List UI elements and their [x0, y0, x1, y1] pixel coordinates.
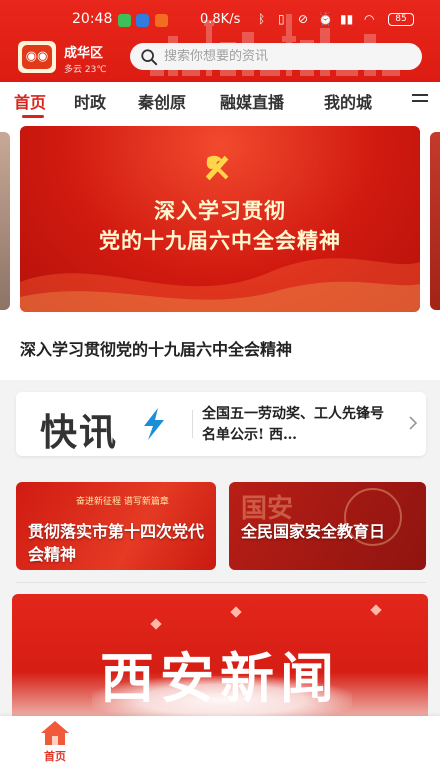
active-tab-indicator	[22, 115, 44, 118]
bottom-navigation: 首页	[0, 716, 440, 770]
headline-carousel: 深入学习贯彻 党的十九届六中全会精神 深入学习贯彻党的十九届六中全会精神	[0, 122, 440, 380]
menu-icon[interactable]	[412, 94, 428, 108]
sparkle-icon	[370, 604, 382, 616]
tab-home[interactable]: 首页	[14, 89, 46, 113]
xian-news-banner[interactable]: 西安新闻	[12, 594, 428, 724]
network-speed: 0.8K/s	[200, 12, 241, 27]
lightning-icon	[144, 408, 164, 440]
nav-home[interactable]: 首页	[30, 720, 80, 766]
nav-home-label: 首页	[44, 750, 66, 763]
carousel-banner[interactable]: 深入学习贯彻 党的十九届六中全会精神	[20, 126, 420, 312]
app-logo[interactable]: ◉◉	[18, 41, 56, 73]
battery-icon: 85	[388, 13, 414, 26]
header: 20:48 0.8K/s ᛒ ▯ ⊘ ⏰ ▮▮ ◠ 85 ◉◉ 成华区 多云 2…	[0, 0, 440, 82]
notification-app-icon	[118, 14, 131, 27]
news-card[interactable]: 奋进新征程 谱写新篇章 贯彻落实市第十四次党代会精神	[16, 482, 216, 570]
status-time: 20:48	[72, 11, 113, 27]
banner-headline-line1: 深入学习贯彻	[154, 198, 286, 223]
location-name: 成华区	[64, 46, 104, 61]
carousel-next-slide[interactable]	[430, 132, 440, 310]
vibrate-icon: ▯	[278, 12, 285, 26]
wifi-icon: ◠	[364, 12, 375, 26]
search-input[interactable]	[164, 49, 414, 64]
location-selector[interactable]: 成华区 多云 23℃	[64, 42, 106, 75]
banner-headline-line2: 党的十九届六中全会精神	[99, 228, 341, 253]
flash-news-text: 全国五一劳动奖、工人先锋号名单公示! 西…	[202, 406, 384, 443]
search-icon	[141, 48, 158, 65]
bluetooth-icon: ᛒ	[258, 12, 266, 26]
carousel-prev-slide[interactable]	[0, 132, 10, 310]
tab-live[interactable]: 融媒直播	[220, 89, 284, 113]
party-emblem-icon	[205, 155, 229, 181]
flash-news-brand: 快讯	[40, 411, 118, 454]
tab-qinchuangyuan[interactable]: 秦创原	[138, 89, 186, 113]
weather-text: 多云 23℃	[64, 65, 107, 75]
tab-my-city[interactable]: 我的城	[324, 89, 372, 113]
tab-politics[interactable]: 时政	[74, 89, 106, 113]
status-bar: 20:48 0.8K/s ᛒ ▯ ⊘ ⏰ ▮▮ ◠ 85	[0, 8, 440, 32]
mute-icon: ⊘	[298, 12, 309, 26]
sparkle-icon	[150, 618, 162, 630]
notification-app-icon	[155, 14, 168, 27]
flash-news-bar[interactable]: 快讯 全国五一劳动奖、工人先锋号名单公示! 西…	[16, 392, 426, 456]
carousel-caption[interactable]: 深入学习贯彻党的十九届六中全会精神	[20, 336, 292, 360]
notification-app-icon	[136, 14, 149, 27]
alarm-icon: ⏰	[318, 12, 333, 26]
chevron-right-icon	[409, 416, 418, 430]
channel-tabs: 首页 时政 秦创原 融媒直播 我的城	[0, 82, 440, 122]
logo-mark-icon: ◉◉	[22, 45, 52, 69]
signal-icon: ▮▮	[340, 12, 354, 26]
flash-divider	[192, 410, 193, 438]
news-card[interactable]: 国安 全民国家安全教育日	[229, 482, 426, 570]
home-icon	[41, 721, 69, 745]
sparkle-icon	[230, 606, 242, 618]
search-bar[interactable]	[130, 43, 422, 70]
news-card-title: 贯彻落实市第十四次党代会精神	[28, 522, 205, 564]
card-tagline: 奋进新征程 谱写新篇章	[76, 497, 169, 507]
app-screen: 20:48 0.8K/s ᛒ ▯ ⊘ ⏰ ▮▮ ◠ 85 ◉◉ 成华区 多云 2…	[0, 0, 440, 770]
news-card-title: 全民国家安全教育日	[241, 522, 386, 541]
section-divider	[16, 582, 426, 583]
